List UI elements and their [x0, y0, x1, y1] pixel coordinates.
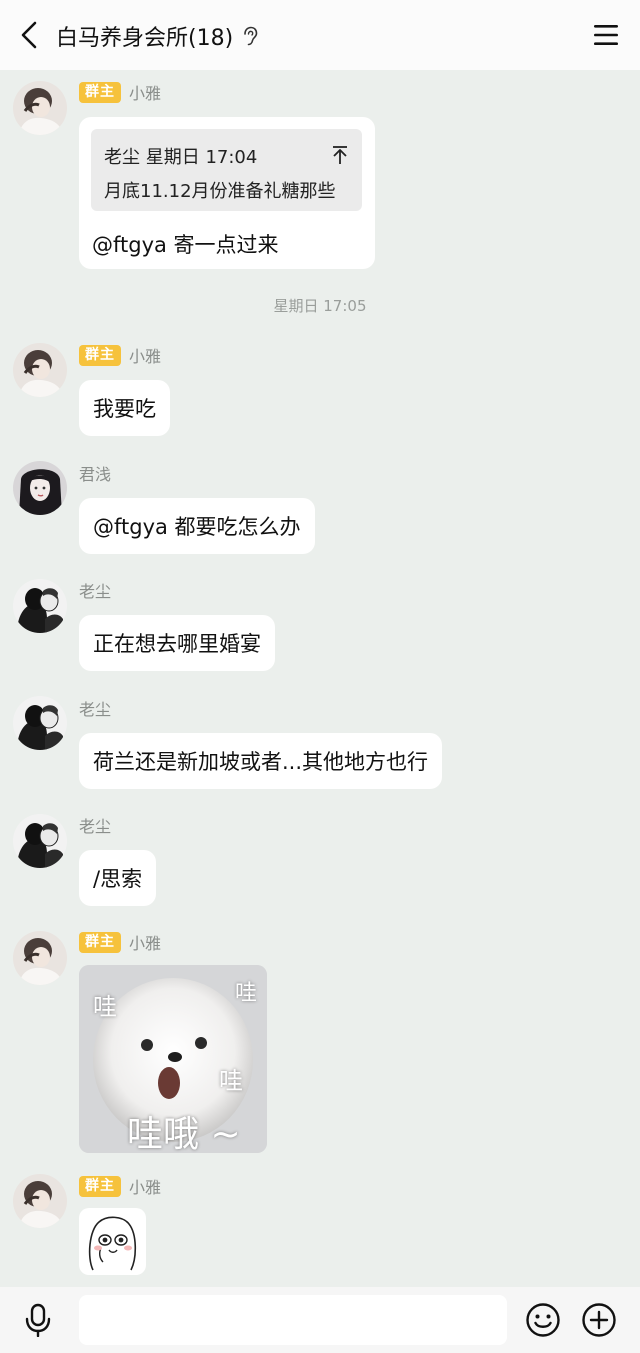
message-bubble[interactable]: 正在想去哪里婚宴 — [79, 615, 275, 671]
owner-badge: 群主 — [79, 1175, 121, 1197]
sticker-word: 哇 — [235, 981, 258, 1006]
message-text: @ftgya 都要吃怎么办 — [93, 515, 301, 539]
message-bubble[interactable]: 我要吃 — [79, 380, 170, 436]
sender-row: 君浅 — [79, 462, 111, 484]
owner-badge: 群主 — [79, 931, 121, 953]
plus-circle-icon — [582, 1303, 616, 1337]
avatar[interactable] — [13, 931, 67, 985]
message-text: 我要吃 — [93, 397, 156, 421]
sticker-word: 哇 — [93, 993, 117, 1021]
back-button[interactable] — [12, 18, 46, 52]
avatar[interactable] — [13, 461, 67, 515]
avatar[interactable] — [13, 81, 67, 135]
sticker-word: 哇 — [219, 1067, 243, 1095]
sender-row: 群主 小雅 — [79, 81, 161, 103]
smiley-icon — [526, 1303, 560, 1337]
avatar[interactable] — [13, 1174, 67, 1228]
sender-name: 君浅 — [79, 465, 112, 484]
avatar[interactable] — [13, 343, 67, 397]
quote-meta: 老尘 星期日 17:04 — [104, 147, 258, 168]
chat-header: 白马养身会所(18) — [0, 0, 640, 70]
message-bubble[interactable]: 荷兰还是新加坡或者...其他地方也行 — [79, 733, 443, 789]
sticker-face-icon — [88, 1216, 137, 1271]
voice-button[interactable] — [20, 1302, 56, 1338]
quote-text: 月底11.12月份准备礼糖那些 — [104, 181, 336, 202]
sender-name: 老尘 — [79, 700, 112, 719]
message-text: /思索 — [93, 867, 143, 891]
avatar[interactable] — [13, 579, 67, 633]
ear-icon — [244, 26, 258, 46]
microphone-icon — [25, 1303, 51, 1337]
message-bubble[interactable]: 老尘 星期日 17:04 月底11.12月份准备礼糖那些 @ftgya 寄一点过… — [79, 117, 375, 269]
sender-row: 群主 小雅 — [79, 931, 161, 953]
sender-name: 小雅 — [129, 84, 162, 103]
sender-name: 小雅 — [129, 934, 162, 953]
chevron-left-icon — [21, 21, 37, 49]
sender-name: 小雅 — [129, 347, 162, 366]
message-bubble[interactable]: @ftgya 都要吃怎么办 — [79, 498, 315, 554]
owner-badge: 群主 — [79, 81, 121, 103]
menu-button[interactable] — [592, 22, 620, 48]
face-sticker[interactable] — [79, 1208, 146, 1275]
sender-row: 老尘 — [79, 579, 111, 601]
sender-name: 小雅 — [129, 1178, 162, 1197]
message-text: @ftgya 寄一点过来 — [92, 233, 279, 257]
owner-badge: 群主 — [79, 344, 121, 366]
sender-name: 老尘 — [79, 582, 112, 601]
jump-to-quote-icon[interactable] — [332, 145, 348, 165]
sender-row: 群主 小雅 — [79, 1175, 161, 1197]
message-text: 荷兰还是新加坡或者...其他地方也行 — [93, 750, 429, 774]
more-button[interactable] — [581, 1302, 617, 1338]
emoji-button[interactable] — [525, 1302, 561, 1338]
avatar[interactable] — [13, 814, 67, 868]
input-bar — [0, 1287, 640, 1353]
chat-title: 白马养身会所(18) — [56, 26, 234, 51]
sender-row: 老尘 — [79, 697, 111, 719]
sender-row: 老尘 — [79, 814, 111, 836]
time-divider: 星期日 17:05 — [273, 297, 367, 315]
chat-title-group[interactable]: 白马养身会所(18) — [56, 20, 259, 52]
sticker-word: 哇哦 ~ — [127, 1114, 241, 1153]
message-text: 正在想去哪里婚宴 — [93, 632, 261, 656]
avatar[interactable] — [13, 696, 67, 750]
message-bubble[interactable]: /思索 — [79, 850, 157, 906]
message-input[interactable] — [79, 1295, 507, 1345]
dog-sticker[interactable]: 哇 哇 哇 哇哦 ~ — [79, 965, 267, 1153]
hamburger-menu-icon — [594, 25, 618, 45]
sender-row: 群主 小雅 — [79, 344, 161, 366]
sender-name: 老尘 — [79, 817, 112, 836]
quoted-message[interactable]: 老尘 星期日 17:04 月底11.12月份准备礼糖那些 — [91, 129, 362, 211]
